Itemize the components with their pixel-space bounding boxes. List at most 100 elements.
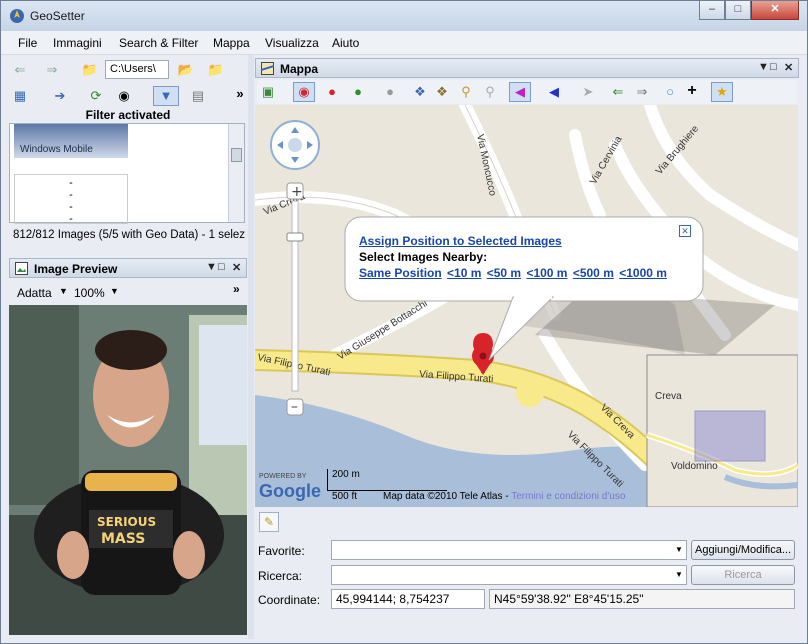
map-icon xyxy=(261,62,274,75)
list-view-icon[interactable]: ▦ xyxy=(11,87,29,105)
minimize-button[interactable]: – xyxy=(699,1,725,20)
marker-group-icon[interactable]: ● xyxy=(349,83,367,101)
path-input[interactable]: C:\Users\ xyxy=(105,60,169,79)
coordinates-decimal-field[interactable]: 45,994144; 8,754237 xyxy=(331,589,485,609)
filter-icon[interactable]: ▼ xyxy=(153,86,179,106)
remove-marker-icon[interactable]: ● xyxy=(381,83,399,101)
panel-toggle-icon[interactable]: ▤ xyxy=(189,87,207,105)
set-marker-icon[interactable]: ● xyxy=(323,83,341,101)
image-count-status: 812/812 Images (5/5 with Geo Data) - 1 s… xyxy=(13,229,246,241)
chevron-down-icon[interactable]: ▼ xyxy=(675,570,683,579)
within-500m-link[interactable]: <500 m xyxy=(573,266,614,280)
vertical-splitter[interactable] xyxy=(248,55,254,639)
map-toolbar: ▣ ◉ ● ● ● ❖ ❖ ⚲ ⚲ ◀ ◀ ➤ ⇐ ⇒ ○ + ★ xyxy=(257,80,797,104)
map-type-icon[interactable]: ▣ xyxy=(259,83,277,101)
within-1000m-link[interactable]: <1000 m xyxy=(619,266,667,280)
cluster-icon[interactable]: ❖ xyxy=(411,83,429,101)
overview-map: Creva Voldomino xyxy=(646,354,798,507)
binoculars-icon[interactable]: ◉ xyxy=(115,87,133,105)
menu-visualizza[interactable]: Visualizza xyxy=(265,36,319,50)
sort-icon[interactable]: ➔ xyxy=(51,87,69,105)
left-toolbar-1: ⇐ ⇒ 📁 C:\Users\ 📂 📁 xyxy=(7,57,247,83)
search-input[interactable] xyxy=(331,565,687,585)
favorite-label: Favorite: xyxy=(258,544,305,558)
close-panel-icon[interactable]: ✕ xyxy=(784,61,793,74)
menu-aiuto[interactable]: Aiuto xyxy=(332,36,359,50)
previous-icon[interactable]: ⇐ xyxy=(609,83,627,101)
track-color-icon[interactable]: ◀ xyxy=(509,82,531,102)
list-item-group[interactable]: - - - - xyxy=(14,174,128,225)
map-view[interactable]: Via Creva Via Moncucco Via Cervinia Via … xyxy=(255,105,798,507)
map-panel-header: Mappa ▼ □ ✕ xyxy=(255,58,799,78)
image-preview-toolbar: Adatta ▼ 100% ▼ » xyxy=(9,281,247,305)
preview-photo: SERIOUS MASS xyxy=(9,305,247,635)
within-10m-link[interactable]: <10 m xyxy=(447,266,481,280)
thumbnail-caption: Windows Mobile xyxy=(20,144,93,155)
list-scrollbar[interactable] xyxy=(228,124,244,222)
next-icon[interactable]: ⇒ xyxy=(633,83,651,101)
chevron-down-icon[interactable]: ▼ xyxy=(110,286,119,296)
menu-mappa[interactable]: Mappa xyxy=(213,36,250,50)
powered-by-label: POWERED BY xyxy=(259,473,307,480)
menu-file[interactable]: File xyxy=(18,36,37,50)
image-preview-title: Image Preview xyxy=(34,262,118,276)
overview-label: Creva xyxy=(655,391,682,402)
fit-dropdown[interactable]: Adatta xyxy=(17,286,52,300)
terms-link[interactable]: Termini e condizioni d'uso xyxy=(511,491,625,502)
map-panel-title: Mappa xyxy=(280,62,319,76)
close-panel-icon[interactable]: ✕ xyxy=(232,261,241,274)
list-item: - xyxy=(69,213,73,225)
browse-folder-icon[interactable]: 📂 xyxy=(177,61,195,79)
folder-up-icon[interactable]: 📁 xyxy=(81,61,99,79)
menu-immagini[interactable]: Immagini xyxy=(53,36,102,50)
favorite-dropdown[interactable] xyxy=(331,540,687,560)
maximize-panel-icon[interactable]: □ xyxy=(218,261,225,273)
marker-icon[interactable]: ◉ xyxy=(293,82,315,102)
forward-arrow-icon[interactable]: ⇒ xyxy=(43,61,61,79)
maximize-panel-icon[interactable]: □ xyxy=(770,61,777,73)
thumbnail[interactable]: Windows Mobile xyxy=(14,124,128,158)
dock-menu-icon[interactable]: ▼ xyxy=(206,261,217,273)
add-edit-favorite-button[interactable]: Aggiungi/Modifica... xyxy=(691,540,795,560)
crosshair-icon[interactable]: + xyxy=(683,82,701,100)
pointer-icon[interactable]: ➤ xyxy=(579,83,597,101)
same-position-link[interactable]: Same Position xyxy=(359,266,442,280)
scale-bar: 200 m 500 ft xyxy=(327,469,447,502)
comment-icon[interactable]: ○ xyxy=(661,83,679,101)
filter-status: Filter activated xyxy=(85,108,171,122)
toolbar-overflow-icon[interactable]: » xyxy=(233,282,240,296)
assign-position-link[interactable]: Assign Position to Selected Images xyxy=(359,233,699,249)
zoom-dropdown[interactable]: 100% xyxy=(74,286,105,300)
chevron-down-icon[interactable]: ▼ xyxy=(59,286,68,296)
menu-bar: File Immagini Search & Filter Mappa Visu… xyxy=(1,31,807,55)
toolbar-overflow-icon[interactable]: » xyxy=(231,85,249,103)
list-item: - xyxy=(69,177,73,189)
edit-pencil-icon[interactable]: ✎ xyxy=(259,512,279,532)
direction-icon[interactable]: ◀ xyxy=(545,83,563,101)
photo-image: SERIOUS MASS xyxy=(9,305,247,635)
refresh-icon[interactable]: ⟳ xyxy=(87,87,105,105)
menu-search-filter[interactable]: Search & Filter xyxy=(119,36,198,50)
svg-text:+: + xyxy=(291,184,303,200)
map-attribution: Map data ©2010 Tele Atlas - Termini e co… xyxy=(383,491,625,502)
dock-menu-icon[interactable]: ▼ xyxy=(758,61,769,73)
close-bubble-icon[interactable]: ✕ xyxy=(679,225,691,237)
within-50m-link[interactable]: <50 m xyxy=(487,266,521,280)
back-arrow-icon[interactable]: ⇐ xyxy=(11,61,29,79)
scale-feet: 500 ft xyxy=(332,491,358,502)
favorite-star-icon[interactable]: ★ xyxy=(711,82,733,102)
zoom-search-icon[interactable]: ⚲ xyxy=(481,83,499,101)
google-logo: Google xyxy=(259,481,321,501)
close-button[interactable]: ✕ xyxy=(751,1,799,20)
list-item: - xyxy=(69,189,73,201)
chevron-down-icon[interactable]: ▼ xyxy=(675,545,683,554)
scrollbar-thumb[interactable] xyxy=(231,148,242,162)
folder-options-icon[interactable]: 📁 xyxy=(207,61,225,79)
within-100m-link[interactable]: <100 m xyxy=(526,266,567,280)
geocode-icon[interactable]: ❖ xyxy=(433,83,451,101)
maximize-button[interactable]: □ xyxy=(725,1,751,20)
bubble-content: Assign Position to Selected Images Selec… xyxy=(359,233,699,281)
left-toolbar-2: ▦ ➔ ⟳ ◉ ▼ ▤ » xyxy=(7,83,247,109)
search-button[interactable]: Ricerca xyxy=(691,565,795,585)
search-icon[interactable]: ⚲ xyxy=(457,83,475,101)
